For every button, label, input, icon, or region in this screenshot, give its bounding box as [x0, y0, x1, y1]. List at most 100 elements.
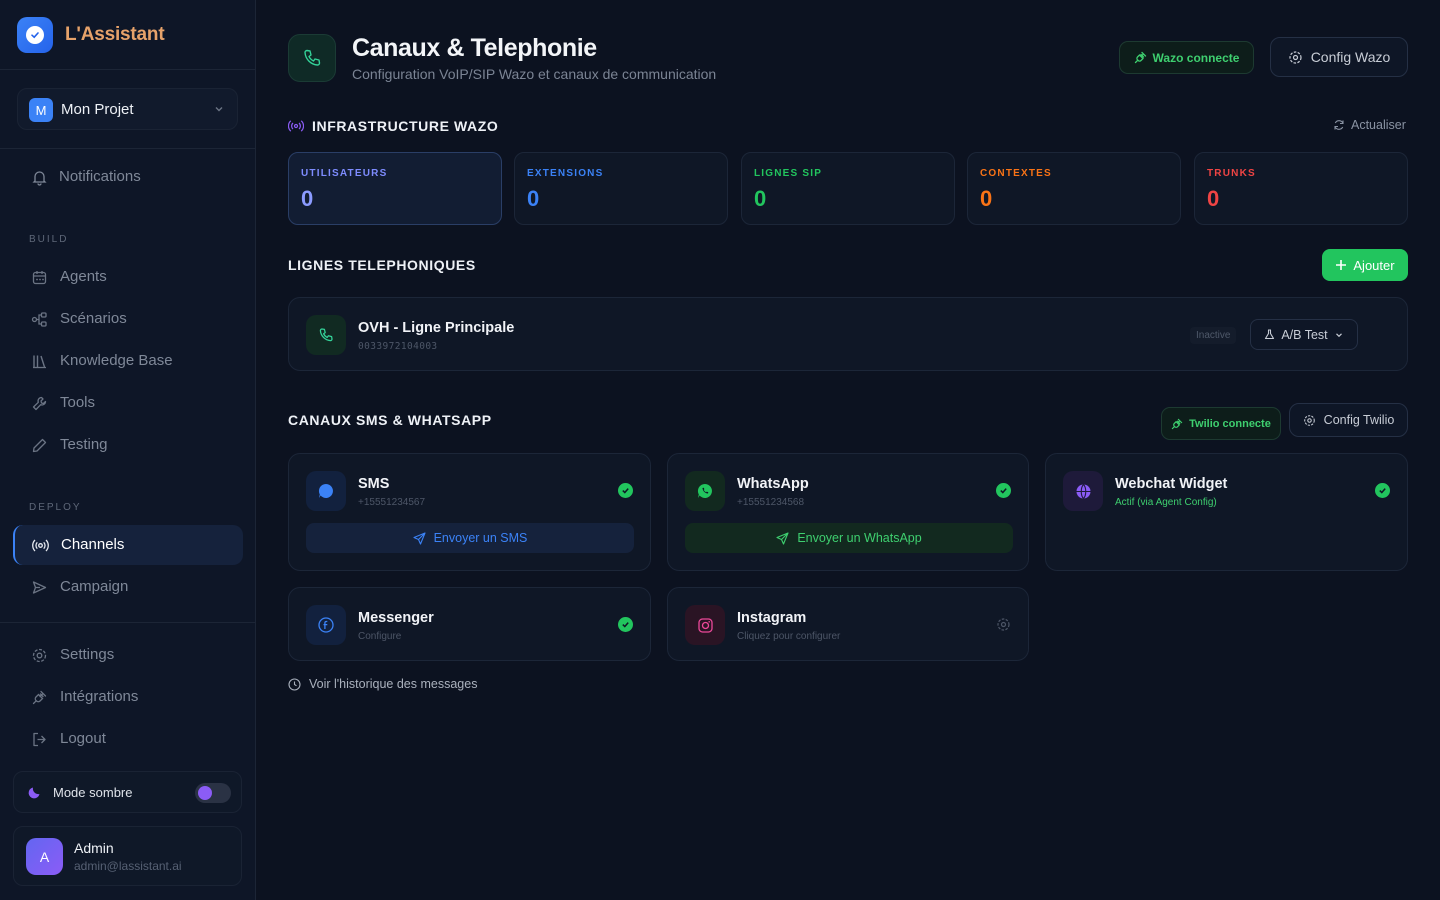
chevron-down-icon: [215, 107, 223, 112]
user-email: admin@lassistant.ai: [74, 859, 182, 873]
logout-icon: [33, 732, 46, 747]
brand-name: L'Assistant: [65, 24, 165, 45]
config-wazo-label: Config Wazo: [1310, 49, 1391, 65]
theme-label: Mode sombre: [53, 785, 133, 800]
nav-notifications[interactable]: Notifications: [13, 157, 243, 197]
nav-label: Logout: [60, 730, 106, 747]
bell-icon: [32, 171, 47, 186]
send-sms-button[interactable]: Envoyer un SMS: [306, 523, 634, 553]
avatar: A: [26, 838, 63, 875]
broadcast-icon: [288, 120, 304, 132]
theme-switch-row: Mode sombre: [13, 771, 242, 813]
flask-icon: [1265, 329, 1275, 340]
nav-label: Settings: [60, 646, 115, 663]
send-sms-label: Envoyer un SMS: [433, 531, 528, 545]
config-twilio-label: Config Twilio: [1323, 413, 1395, 427]
channel-card-webchat[interactable]: Webchat Widget Actif (via Agent Config): [1045, 453, 1408, 571]
stat-value: 0: [1207, 186, 1220, 211]
page-title: Canaux & Telephonie: [352, 34, 597, 62]
whatsapp-icon: [685, 471, 725, 511]
refresh-icon: [1334, 120, 1344, 130]
wrench-icon: [32, 396, 47, 411]
nav-tools[interactable]: Tools: [13, 383, 243, 423]
message-history-link[interactable]: Voir l'historique des messages: [288, 677, 477, 691]
dark-mode-toggle[interactable]: [195, 783, 231, 803]
channel-name: SMS: [358, 476, 390, 492]
add-line-button[interactable]: Ajouter: [1322, 249, 1408, 281]
infra-section-title: INFRASTRUCTURE WAZO: [312, 118, 499, 134]
stat-card-contexts: CONTEXTES 0: [967, 152, 1181, 225]
project-badge: M: [29, 98, 53, 122]
channel-card-whatsapp[interactable]: WhatsApp +15551234568 Envoyer un WhatsAp…: [667, 453, 1029, 571]
wazo-status-text: Wazo connecte: [1152, 50, 1240, 65]
chat-bubble-icon: [306, 471, 346, 511]
sidebar: L'Assistant M Mon Projet Notifications B…: [0, 0, 256, 900]
stat-label: UTILISATEURS: [301, 168, 388, 179]
stat-card-users: UTILISATEURS 0: [288, 152, 502, 225]
user-profile[interactable]: A Admin admin@lassistant.ai: [13, 826, 242, 886]
plug-icon: [1134, 51, 1146, 64]
check-icon: [1375, 483, 1390, 498]
channel-card-instagram[interactable]: Instagram Cliquez pour configurer: [667, 587, 1029, 661]
plug-icon: [32, 690, 47, 705]
chevron-down-icon: [1335, 332, 1342, 337]
config-wazo-button[interactable]: Config Wazo: [1270, 37, 1408, 77]
stat-value: 0: [527, 186, 540, 211]
channel-number: +15551234568: [737, 497, 805, 508]
config-twilio-button[interactable]: Config Twilio: [1289, 403, 1408, 437]
send-icon: [776, 531, 789, 545]
nav-label: Knowledge Base: [60, 352, 173, 369]
divider: [0, 622, 255, 623]
ab-test-label: A/B Test: [1281, 327, 1328, 342]
channels-section-title: CANAUX SMS & WHATSAPP: [288, 412, 492, 428]
channel-card-sms[interactable]: SMS +15551234567 Envoyer un SMS: [288, 453, 651, 571]
user-name: Admin: [74, 840, 114, 856]
nav-label: Scénarios: [60, 310, 127, 327]
project-name: Mon Projet: [61, 101, 134, 118]
nav-agents[interactable]: Agents: [13, 257, 243, 297]
nav-label: Channels: [61, 536, 125, 553]
twilio-status-badge: Twilio connecte: [1161, 407, 1281, 440]
nav-knowledge-base[interactable]: Knowledge Base: [13, 341, 243, 381]
workflow-icon: [31, 312, 47, 327]
nav-label: Testing: [60, 436, 108, 453]
nav-scenarios[interactable]: Scénarios: [13, 299, 243, 339]
channel-name: WhatsApp: [737, 476, 809, 492]
send-icon: [413, 531, 426, 545]
gear-icon[interactable]: [996, 617, 1011, 632]
stat-card-sip-lines: LIGNES SIP 0: [741, 152, 955, 225]
check-icon: [26, 26, 44, 44]
stat-card-extensions: EXTENSIONS 0: [514, 152, 728, 225]
brand-logo: [17, 17, 53, 53]
nav-logout[interactable]: Logout: [13, 719, 243, 759]
line-card[interactable]: OVH - Ligne Principale 0033972104003 Ina…: [288, 297, 1408, 371]
gear-icon: [1303, 414, 1315, 426]
refresh-button[interactable]: Actualiser: [1333, 118, 1406, 132]
gear-icon: [1289, 50, 1302, 64]
nav-channels[interactable]: Channels: [13, 525, 243, 565]
instagram-icon: [685, 605, 725, 645]
channel-card-messenger[interactable]: Messenger Configure: [288, 587, 651, 661]
nav-campaign[interactable]: Campaign: [13, 567, 243, 607]
send-whatsapp-button[interactable]: Envoyer un WhatsApp: [685, 523, 1013, 553]
channel-name: Webchat Widget: [1115, 476, 1228, 492]
section-deploy: DEPLOY: [29, 502, 82, 513]
megaphone-icon: [32, 581, 47, 594]
stat-value: 0: [301, 186, 314, 211]
nav-settings[interactable]: Settings: [13, 635, 243, 675]
check-icon: [618, 483, 633, 498]
nav-integrations[interactable]: Intégrations: [13, 677, 243, 717]
gear-icon: [32, 648, 47, 663]
radio-icon: [32, 539, 49, 552]
moon-icon: [28, 787, 40, 799]
toggle-knob: [198, 786, 212, 800]
channel-name: Instagram: [737, 610, 807, 626]
clock-icon: [288, 677, 301, 691]
nav-testing[interactable]: Testing: [13, 425, 243, 465]
calendar-icon: [32, 271, 47, 285]
project-selector[interactable]: M Mon Projet: [17, 88, 238, 130]
twilio-status-text: Twilio connecte: [1189, 417, 1271, 430]
plug-icon: [1171, 418, 1183, 429]
facebook-icon: [306, 605, 346, 645]
ab-test-dropdown[interactable]: A/B Test: [1250, 319, 1358, 350]
